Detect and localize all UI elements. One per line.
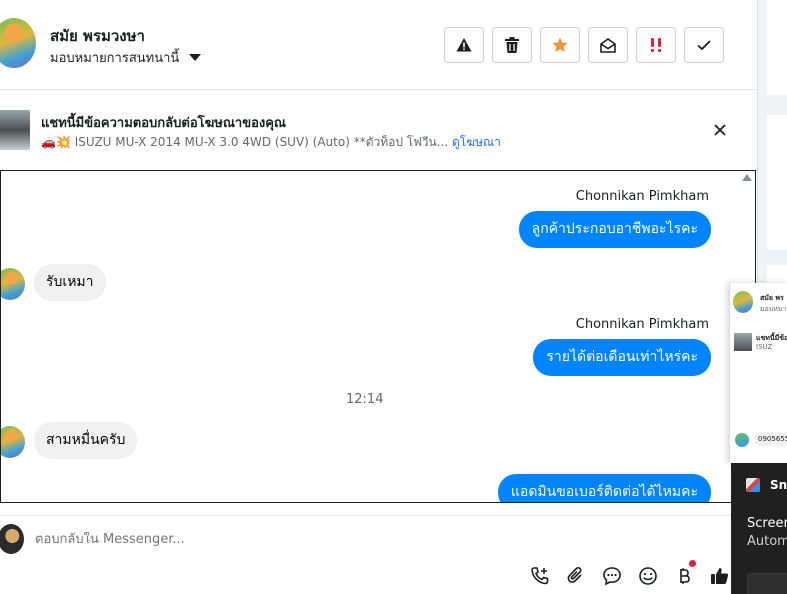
preview-avatar bbox=[733, 291, 753, 313]
conversation-preview-popup[interactable]: สมัย พร มอบหมายก แชทนี้มีข้อ ISUZ 090565… bbox=[729, 283, 787, 463]
attachment-icon bbox=[567, 566, 582, 583]
warning-icon bbox=[456, 38, 472, 52]
sender-name: Chonnikan Pimkham bbox=[575, 189, 709, 204]
payment-icon bbox=[680, 568, 690, 584]
messenger-inbox-window: สมัย พรมวงษา มอบหมายการสนทนานี้ แชทนี้มี… bbox=[0, 0, 787, 594]
contact-avatar-small[interactable] bbox=[1, 268, 25, 300]
close-icon[interactable] bbox=[710, 120, 730, 140]
sender-name: Chonnikan Pimkham bbox=[575, 317, 709, 332]
mark-priority-button[interactable] bbox=[636, 27, 676, 63]
payment-button[interactable] bbox=[672, 560, 696, 588]
mail-open-icon bbox=[600, 37, 616, 53]
assign-conversation-dropdown[interactable]: มอบหมายการสนทนานี้ bbox=[50, 47, 202, 68]
conversation-toolbar bbox=[444, 27, 724, 63]
incoming-message[interactable]: สามหมื่นครับ bbox=[34, 422, 138, 459]
notification-action-button[interactable] bbox=[747, 573, 787, 594]
ad-banner-title: แชทนี้มีข้อความตอบกลับต่อโฆษณาของคุณ bbox=[41, 116, 286, 131]
star-icon bbox=[552, 37, 568, 52]
report-spam-button[interactable] bbox=[444, 27, 484, 63]
notification-dot bbox=[689, 560, 696, 567]
right-panel-card bbox=[767, 115, 787, 250]
like-button[interactable] bbox=[708, 564, 732, 588]
right-panel-card bbox=[767, 0, 787, 95]
notification-app-name: Sni bbox=[770, 478, 787, 492]
conversation-header: สมัย พรมวงษา มอบหมายการสนทนานี้ bbox=[0, 0, 757, 90]
saved-reply-button[interactable] bbox=[600, 564, 624, 588]
composer-toolbar bbox=[528, 560, 732, 588]
call-add-icon bbox=[531, 567, 549, 585]
snipping-tool-icon bbox=[746, 478, 760, 492]
ad-description: ISUZU MU-X 2014 MU-X 3.0 4WD (SUV) (Auto… bbox=[74, 135, 449, 149]
star-button[interactable] bbox=[540, 27, 580, 63]
preview-message-avatar bbox=[735, 433, 749, 447]
contact-avatar-small[interactable] bbox=[1, 426, 25, 458]
preview-message-bubble: 0905655 bbox=[754, 432, 787, 446]
preview-assign-label: มอบหมายก bbox=[760, 305, 787, 313]
emoji-icon bbox=[639, 567, 657, 585]
call-add-button[interactable] bbox=[528, 564, 552, 588]
outgoing-message[interactable]: รายได้ต่อเดือนเท่าไหร่คะ bbox=[533, 339, 711, 376]
preview-contact-name: สมัย พร bbox=[760, 294, 784, 302]
notification-title: Screen bbox=[747, 516, 787, 531]
message-thread: Chonnikan Pimkham ลูกค้าประกอบอาชีพอะไรค… bbox=[0, 170, 756, 503]
priority-icon bbox=[651, 38, 661, 52]
car-emoji-icon: 🚗💥 bbox=[41, 135, 71, 149]
snip-notification[interactable]: Sni Screen Autom bbox=[731, 463, 787, 594]
delete-button[interactable] bbox=[492, 27, 532, 63]
mark-unread-button[interactable] bbox=[588, 27, 628, 63]
view-ad-link[interactable]: ดูโฆษณา bbox=[452, 135, 501, 149]
attach-button[interactable] bbox=[564, 564, 588, 588]
check-icon bbox=[697, 40, 711, 51]
reply-composer bbox=[0, 515, 757, 594]
preview-ad-thumbnail bbox=[734, 333, 752, 351]
outgoing-message[interactable]: ลูกค้าประกอบอาชีพอะไรคะ bbox=[518, 211, 711, 248]
assign-label: มอบหมายการสนทนานี้ bbox=[50, 51, 180, 66]
mark-done-button[interactable] bbox=[684, 27, 724, 63]
ad-reply-banner: แชทนี้มีข้อความตอบกลับต่อโฆษณาของคุณ 🚗💥 … bbox=[0, 100, 757, 160]
saved-reply-icon bbox=[603, 567, 621, 586]
ad-thumbnail[interactable] bbox=[0, 110, 30, 150]
contact-avatar[interactable] bbox=[0, 18, 36, 68]
scroll-up-arrow-icon[interactable] bbox=[742, 174, 752, 181]
ad-banner-subtitle: 🚗💥 ISUZU MU-X 2014 MU-X 3.0 4WD (SUV) (A… bbox=[41, 133, 501, 152]
reply-input[interactable] bbox=[35, 532, 435, 547]
page-avatar bbox=[0, 524, 24, 554]
contact-name[interactable]: สมัย พรมวงษา bbox=[50, 24, 145, 48]
message-timestamp: 12:14 bbox=[346, 392, 384, 407]
trash-icon bbox=[505, 37, 519, 53]
like-icon bbox=[711, 568, 729, 584]
emoji-button[interactable] bbox=[636, 564, 660, 588]
preview-ad-subtitle: ISUZ bbox=[756, 343, 773, 351]
incoming-message[interactable]: รับเหมา bbox=[34, 264, 106, 301]
outgoing-message[interactable]: แอดมินขอเบอร์ติดต่อได้ไหมคะ bbox=[497, 474, 711, 502]
caret-down-icon bbox=[189, 54, 202, 61]
notification-body: Autom bbox=[747, 534, 787, 549]
